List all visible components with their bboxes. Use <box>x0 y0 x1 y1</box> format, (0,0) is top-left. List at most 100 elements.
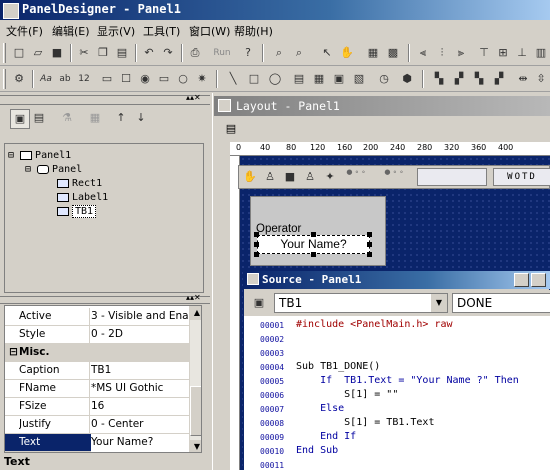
new-file-icon[interactable]: □ <box>10 44 28 62</box>
hand-widget-icon[interactable]: ✋ <box>241 168 259 186</box>
scroll-down-icon[interactable]: ▼ <box>190 440 201 452</box>
frame-tool-icon[interactable]: ▭ <box>98 70 116 88</box>
tree-panel-icon[interactable]: ▣ <box>10 109 30 129</box>
prop-row-active[interactable]: Active 3 - Visible and Enable <box>5 308 201 326</box>
align-bottom-icon[interactable]: ⊥ <box>513 44 531 62</box>
wotd-button-widget[interactable]: WOTD <box>493 168 550 186</box>
prop-value[interactable]: Your Name? <box>91 434 191 452</box>
event-select[interactable]: DONE <box>452 293 550 313</box>
light-widget-icon[interactable]: ✦ <box>321 168 339 186</box>
cube-tool-icon[interactable]: ⬢ <box>398 70 416 88</box>
align-center-icon[interactable]: ⫶ <box>433 44 451 62</box>
move-up-icon[interactable]: ↑ <box>112 109 130 127</box>
radio-widget-icon[interactable]: ● ∘ ∘ <box>343 168 369 186</box>
gear-tool-icon[interactable]: ✷ <box>193 70 211 88</box>
menu-window[interactable]: 窗口(W) <box>189 23 230 39</box>
pane-close-icon[interactable]: ▴▴✕ <box>186 93 201 102</box>
order-front-icon[interactable]: ▚ <box>430 70 448 88</box>
prop-value[interactable]: 16 <box>91 400 191 412</box>
resize-handle[interactable] <box>367 252 372 257</box>
layout-doc-icon[interactable]: ▤ <box>222 120 240 138</box>
resize-handle[interactable] <box>311 232 316 237</box>
table-tool-icon[interactable]: ▦ <box>310 70 328 88</box>
minimize-icon[interactable] <box>514 273 529 287</box>
redo-icon[interactable]: ↷ <box>159 44 177 62</box>
properties-scrollbar[interactable]: ▲ ▼ <box>189 306 201 452</box>
order-forward-icon[interactable]: ▚ <box>470 70 488 88</box>
ellipse-tool-icon[interactable]: ◯ <box>266 70 284 88</box>
prop-value[interactable]: *MS UI Gothic <box>91 382 191 394</box>
pane-drag-bar[interactable] <box>0 95 210 105</box>
copy-icon[interactable]: ❐ <box>94 44 112 62</box>
cut-icon[interactable]: ✂ <box>75 44 93 62</box>
prop-value[interactable]: TB1 <box>91 364 191 376</box>
maximize-icon[interactable] <box>531 273 546 287</box>
textbox-tool-icon[interactable]: ab <box>56 70 74 88</box>
resize-handle[interactable] <box>311 252 316 257</box>
prop-value[interactable]: 0 - 2D <box>91 328 191 340</box>
label-tool-icon[interactable]: Aa <box>37 70 55 88</box>
numeric-tool-icon[interactable]: 12 <box>75 70 93 88</box>
resize-handle[interactable] <box>367 232 372 237</box>
tree-delete-icon[interactable]: ▦ <box>86 109 104 127</box>
prop-row-fname[interactable]: FName *MS UI Gothic <box>5 380 201 398</box>
toolbar-grip[interactable] <box>3 43 6 63</box>
order-back-icon[interactable]: ▞ <box>450 70 468 88</box>
prop-value[interactable]: 3 - Visible and Enable <box>91 310 191 322</box>
properties-close-icon[interactable]: ▴▴✕ <box>186 293 201 302</box>
zoom-out-icon[interactable]: ⌕ <box>290 44 308 62</box>
order-backward-icon[interactable]: ▞ <box>490 70 508 88</box>
operator-label[interactable]: Operator <box>256 223 301 235</box>
button-tool-icon[interactable]: ▭ <box>155 70 173 88</box>
prop-row-caption[interactable]: Caption TB1 <box>5 362 201 380</box>
prop-row-fsize[interactable]: FSize 16 <box>5 398 201 416</box>
align-more-icon[interactable]: ▥ <box>532 44 550 62</box>
zoom-icon[interactable]: ⌕ <box>270 44 288 62</box>
checkbox-tool-icon[interactable]: ☐ <box>117 70 135 88</box>
open-folder-icon[interactable]: ▱ <box>29 44 47 62</box>
grid-icon[interactable]: ▦ <box>364 44 382 62</box>
menu-edit[interactable]: 编辑(E) <box>52 23 90 39</box>
scroll-up-icon[interactable]: ▲ <box>190 306 201 320</box>
menu-view[interactable]: 显示(V) <box>97 23 135 39</box>
print-icon[interactable]: ⎙ <box>186 44 204 62</box>
resize-handle[interactable] <box>254 252 259 257</box>
properties-drag-bar[interactable] <box>0 296 210 304</box>
undo-icon[interactable]: ↶ <box>140 44 158 62</box>
select-tool-icon[interactable]: ⚙ <box>10 70 28 88</box>
tree-move-icon[interactable]: ⚗ <box>58 109 76 127</box>
tree-node-panel[interactable]: ⊟ Panel <box>25 164 82 175</box>
tree-node-rect1[interactable]: Rect1 <box>57 178 102 189</box>
list-tool-icon[interactable]: ▤ <box>290 70 308 88</box>
tree-doc-icon[interactable]: ▤ <box>30 109 48 127</box>
radio-tool-icon[interactable]: ◉ <box>136 70 154 88</box>
lamp-widget-icon[interactable]: ♙ <box>261 168 279 186</box>
resize-handle[interactable] <box>367 242 372 247</box>
tree-node-panel1[interactable]: ⊟ Panel1 <box>8 150 71 161</box>
meter-tool-icon[interactable]: ◷ <box>375 70 393 88</box>
button-widget[interactable] <box>417 168 487 186</box>
resize-handle[interactable] <box>254 232 259 237</box>
snap-icon[interactable]: ▩ <box>384 44 402 62</box>
menu-file[interactable]: 文件(F) <box>6 23 43 39</box>
chevron-down-icon[interactable]: ▼ <box>431 294 447 312</box>
align-left-icon[interactable]: ⫷ <box>414 44 432 62</box>
tree-node-label1[interactable]: Label1 <box>57 192 108 203</box>
code-editor[interactable]: 00001 #include <PanelMain.h> raw 00002 00… <box>244 316 550 470</box>
prop-category-misc[interactable]: ⊟ Misc. <box>5 344 201 362</box>
prop-row-text[interactable]: Text Your Name? <box>5 434 201 452</box>
check-widget-icon[interactable]: ● ∘ ∘ <box>381 168 407 186</box>
toolbar-grip[interactable] <box>3 69 6 89</box>
prop-row-style[interactable]: Style 0 - 2D <box>5 326 201 344</box>
square-widget-icon[interactable]: ■ <box>281 168 299 186</box>
menu-help[interactable]: 帮助(H) <box>234 23 273 39</box>
run-button[interactable]: Run <box>209 44 235 62</box>
save-icon[interactable]: ■ <box>48 44 66 62</box>
prop-row-justify[interactable]: Justify 0 - Center <box>5 416 201 434</box>
pointer-icon[interactable]: ↖ <box>318 44 336 62</box>
object-select[interactable]: TB1 ▼ <box>274 293 448 313</box>
align-middle-icon[interactable]: ⊞ <box>494 44 512 62</box>
help-icon[interactable]: ? <box>239 44 257 62</box>
prop-value[interactable]: 0 - Center <box>91 418 191 430</box>
scroll-thumb[interactable] <box>190 386 201 436</box>
